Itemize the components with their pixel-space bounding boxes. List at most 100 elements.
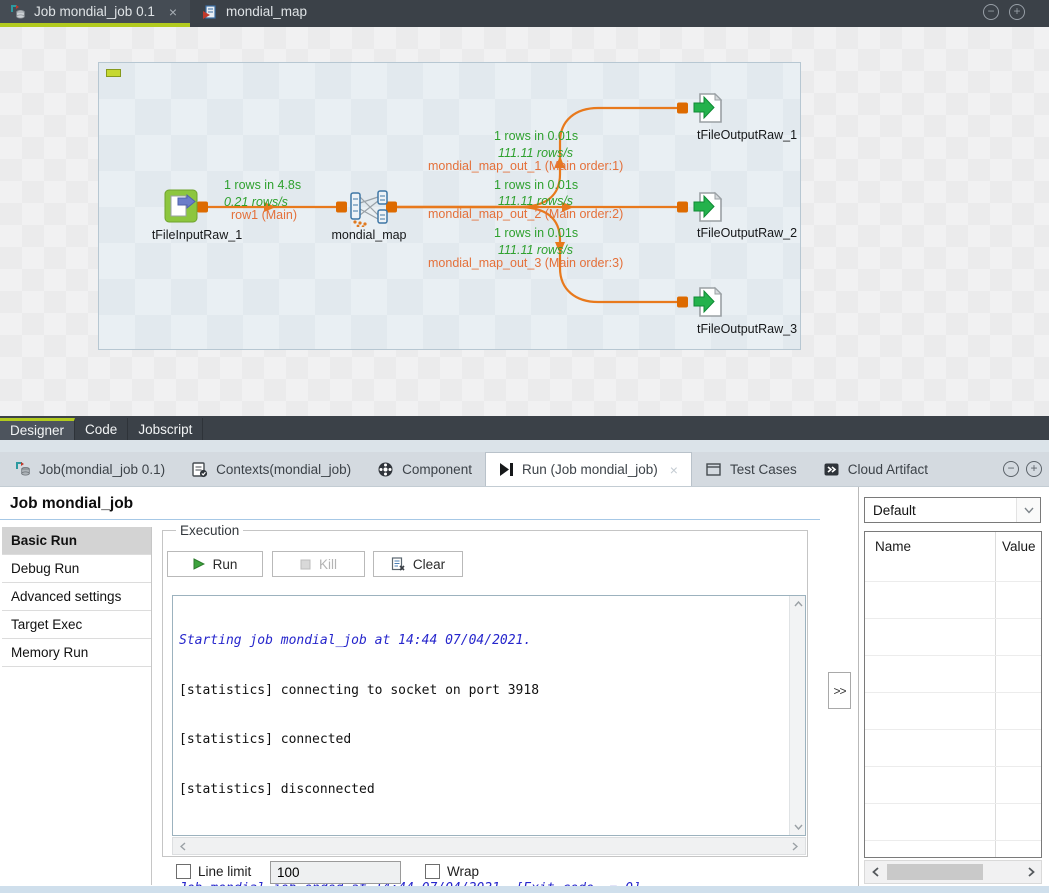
console-line: [statistics] connected <box>179 732 785 749</box>
editor-tab-map-label: mondial_map <box>226 4 307 19</box>
scroll-left-icon[interactable] <box>175 838 191 854</box>
column-header-name[interactable]: Name <box>875 539 911 554</box>
component-tfileoutputraw-1[interactable] <box>693 91 727 125</box>
tab-cloud-artifact[interactable]: Cloud Artifact <box>810 452 941 486</box>
close-icon[interactable]: × <box>670 462 678 478</box>
port-map-in[interactable] <box>336 202 347 213</box>
tab-jobscript[interactable]: Jobscript <box>128 418 203 440</box>
chevron-down-icon[interactable] <box>1016 498 1040 522</box>
tab-code[interactable]: Code <box>75 418 128 440</box>
clear-icon <box>391 557 405 571</box>
context-select[interactable]: Default <box>864 497 1041 523</box>
kill-button[interactable]: Kill <box>272 551 365 577</box>
table-row <box>865 581 1041 582</box>
sidebar-divider[interactable] <box>151 527 152 885</box>
tmap-icon <box>347 189 391 227</box>
line-limit-label: Line limit <box>198 864 251 879</box>
table-row <box>865 840 1041 841</box>
scrollbar-thumb[interactable] <box>887 864 983 880</box>
scroll-right-icon[interactable] <box>787 838 803 854</box>
minimize-icon[interactable]: − <box>983 4 999 20</box>
table-row <box>865 692 1041 693</box>
stats-rate: 111.11 rows/s <box>498 194 573 208</box>
connection-label-row1[interactable]: row1 (Main) <box>231 208 297 222</box>
panel-minimize-icon[interactable]: − <box>1003 461 1019 477</box>
tab-designer[interactable]: Designer <box>0 418 75 440</box>
scroll-left-icon[interactable] <box>867 864 883 880</box>
port-input-out[interactable] <box>197 202 208 213</box>
page-title: Job mondial_job <box>10 495 133 513</box>
sidebar-item-basic-run[interactable]: Basic Run <box>2 527 151 555</box>
stats-rows: 1 rows in 0.01s <box>494 178 578 192</box>
console-horizontal-scrollbar[interactable] <box>172 837 806 855</box>
table-row <box>865 618 1041 619</box>
expand-panel-button[interactable]: >> <box>828 672 851 709</box>
contexts-icon <box>191 461 208 478</box>
wrap-checkbox[interactable] <box>425 864 440 879</box>
component-tfileoutputraw-3[interactable] <box>693 285 727 319</box>
tab-component[interactable]: Component <box>364 452 485 486</box>
scroll-right-icon[interactable] <box>1023 864 1039 880</box>
component-tfileinputraw[interactable] <box>164 189 198 223</box>
context-variables-table[interactable]: Name Value <box>864 531 1042 858</box>
tab-contexts[interactable]: Contexts(mondial_job) <box>178 452 364 486</box>
panel-maximize-icon[interactable]: + <box>1026 461 1042 477</box>
sidebar-item-memory-run[interactable]: Memory Run <box>2 639 151 667</box>
stats-rate: 111.11 rows/s <box>498 146 573 160</box>
component-mondial-map[interactable] <box>347 189 391 227</box>
clear-button[interactable]: Clear <box>373 551 463 577</box>
component-tfileoutputraw-2[interactable] <box>693 190 727 224</box>
column-header-value[interactable]: Value <box>1002 539 1036 554</box>
console-vertical-scrollbar[interactable] <box>789 596 805 835</box>
component-label[interactable]: tFileOutputRaw_1 <box>688 128 806 142</box>
run-button[interactable]: Run <box>167 551 263 577</box>
console-line: Starting job mondial_job at 14:44 07/04/… <box>179 633 785 650</box>
sidebar-item-advanced-settings[interactable]: Advanced settings <box>2 583 151 611</box>
port-out3-in[interactable] <box>677 297 688 308</box>
line-limit-input[interactable] <box>270 861 401 884</box>
panel-divider[interactable] <box>858 487 859 886</box>
scroll-down-icon[interactable] <box>790 819 806 835</box>
table-row <box>865 766 1041 767</box>
tab-test-cases[interactable]: Test Cases <box>692 452 810 486</box>
component-label[interactable]: tFileOutputRaw_2 <box>688 226 806 240</box>
connection-label-out1[interactable]: mondial_map_out_1 (Main order:1) <box>428 159 623 173</box>
console-output[interactable]: Starting job mondial_job at 14:44 07/04/… <box>172 595 806 836</box>
stats-rate: 111.11 rows/s <box>498 243 573 257</box>
component-icon <box>377 461 394 478</box>
connection-label-out2[interactable]: mondial_map_out_2 (Main order:2) <box>428 207 623 221</box>
console-line: [statistics] connecting to socket on por… <box>179 683 785 700</box>
tab-run[interactable]: Run (Job mondial_job) × <box>485 452 692 486</box>
run-icon <box>499 462 514 477</box>
file-output-icon <box>693 91 727 125</box>
stats-rows: 1 rows in 4.8s <box>224 178 301 192</box>
connection-label-out3[interactable]: mondial_map_out_3 (Main order:3) <box>428 256 623 270</box>
context-table-scrollbar[interactable] <box>864 860 1042 884</box>
port-out2-in[interactable] <box>677 202 688 213</box>
stats-rows: 1 rows in 0.01s <box>494 226 578 240</box>
file-output-icon <box>693 285 727 319</box>
console-line: [statistics] disconnected <box>179 782 785 799</box>
table-row <box>865 729 1041 730</box>
close-icon[interactable]: × <box>169 4 177 20</box>
sidebar-item-target-exec[interactable]: Target Exec <box>2 611 151 639</box>
panel-tab-bar: Job(mondial_job 0.1) Contexts(mondial_jo… <box>0 452 1049 487</box>
editor-tab-job[interactable]: Job mondial_job 0.1 × <box>0 0 190 23</box>
title-underline <box>0 519 820 520</box>
stop-icon <box>300 559 311 570</box>
maximize-icon[interactable]: + <box>1009 4 1025 20</box>
port-out1-in[interactable] <box>677 103 688 114</box>
component-label[interactable]: mondial_map <box>318 228 420 242</box>
editor-tab-map[interactable]: mondial_map <box>192 0 332 23</box>
window-edge <box>0 886 1049 893</box>
tab-job-panel[interactable]: Job(mondial_job 0.1) <box>2 452 178 486</box>
table-row <box>865 655 1041 656</box>
line-limit-checkbox[interactable] <box>176 864 191 879</box>
sidebar-item-debug-run[interactable]: Debug Run <box>2 555 151 583</box>
component-label[interactable]: tFileOutputRaw_3 <box>688 322 806 336</box>
scroll-up-icon[interactable] <box>790 596 806 612</box>
editor-tab-job-label: Job mondial_job 0.1 <box>34 4 155 19</box>
test-cases-icon <box>705 461 722 478</box>
separator-strip <box>0 440 1049 452</box>
component-label[interactable]: tFileInputRaw_1 <box>138 228 256 242</box>
